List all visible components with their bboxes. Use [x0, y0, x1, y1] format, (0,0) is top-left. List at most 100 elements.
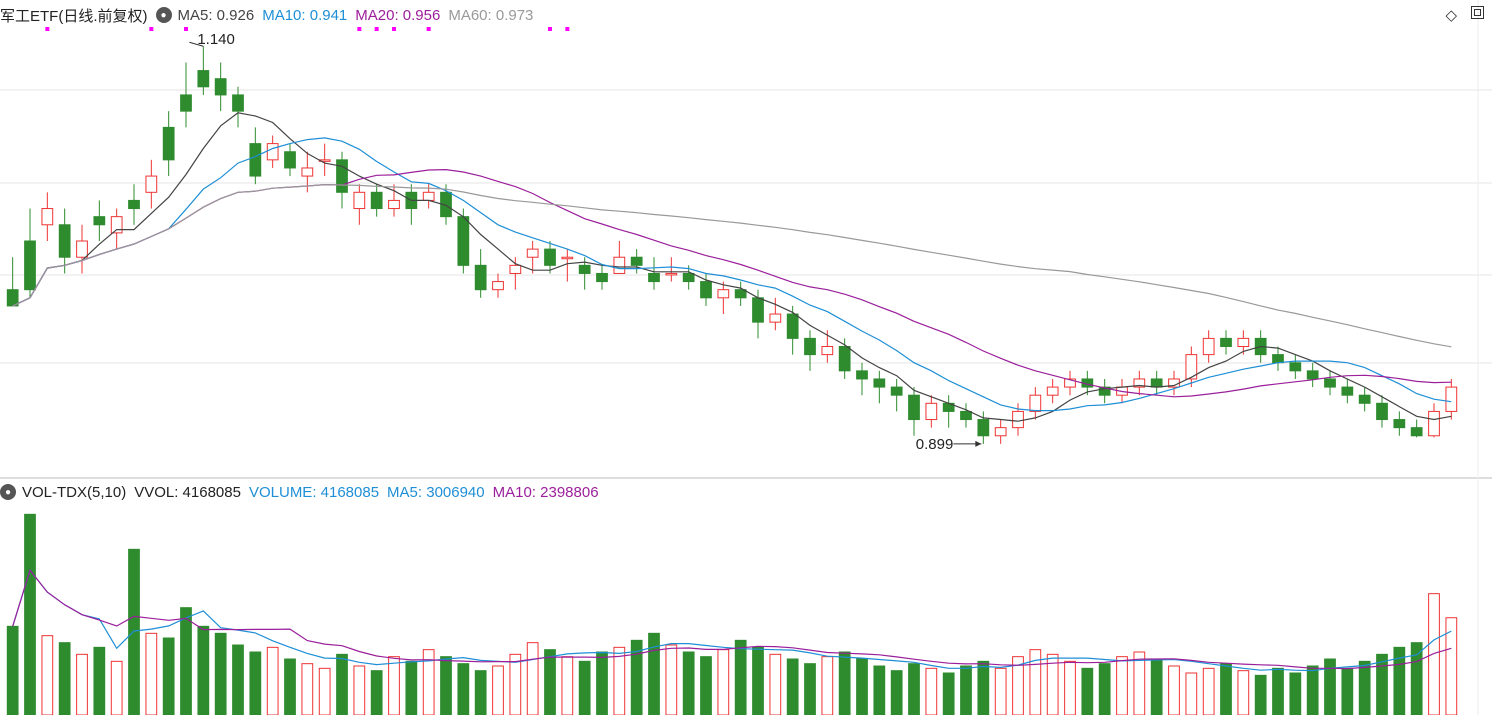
- candle-body: [804, 337, 816, 356]
- volume-bar: [856, 658, 868, 715]
- candle-body: [994, 427, 1007, 437]
- event-marker: [357, 27, 362, 31]
- volume-bar: [474, 670, 487, 715]
- ma5-label: MA5: 0.926: [177, 6, 255, 24]
- ma60-label: MA60: 0.973: [448, 6, 534, 24]
- vol-ma5-label: MA5: 3006940: [387, 483, 485, 501]
- volume-bar: [6, 625, 19, 715]
- vvol-label: VVOL: 4168085: [134, 483, 241, 501]
- volume-bar: [128, 548, 140, 715]
- settings-circle-icon[interactable]: ●: [155, 7, 172, 23]
- volume-bar: [873, 665, 886, 715]
- volume-bar: [457, 663, 470, 715]
- candle-body: [734, 289, 747, 299]
- volume-bar: [388, 656, 400, 715]
- candle-body: [578, 264, 591, 274]
- volume-bar: [1428, 593, 1440, 715]
- volume-settings-icon[interactable]: ●: [0, 484, 16, 500]
- volume-bar: [249, 651, 262, 715]
- volume-bar: [1081, 667, 1094, 715]
- volume-bar: [1410, 642, 1423, 715]
- candle-body: [682, 272, 695, 283]
- event-marker: [392, 27, 396, 31]
- candle-body: [180, 94, 192, 112]
- candle-body: [630, 256, 643, 266]
- volume-bar: [960, 665, 972, 715]
- volume-bar: [526, 642, 539, 715]
- ma10-line: [12, 137, 1452, 412]
- candle-body: [1220, 337, 1232, 347]
- candle-body: [1341, 386, 1354, 396]
- candle-body: [58, 224, 71, 258]
- candle-body: [596, 272, 608, 283]
- candle-body: [1289, 362, 1302, 372]
- candle-body: [960, 410, 972, 421]
- candle-body: [1428, 410, 1440, 437]
- volume-bar: [1168, 665, 1180, 715]
- candle-body: [1324, 378, 1336, 388]
- volume-bar: [994, 667, 1007, 715]
- volume-bar: [908, 663, 920, 715]
- vol-indicator-label: VOL-TDX(5,10): [22, 483, 127, 501]
- candle-body: [856, 370, 868, 380]
- volume-bar: [197, 625, 210, 715]
- volume-bar: [24, 513, 36, 715]
- candle-body: [1393, 419, 1406, 429]
- volume-bar: [353, 665, 366, 715]
- candle-body: [1029, 394, 1042, 412]
- volume-bar: [1306, 665, 1319, 715]
- window-icon[interactable]: [1471, 6, 1484, 24]
- candle-body: [457, 216, 470, 266]
- volume-bar: [58, 642, 71, 715]
- event-marker: [184, 27, 188, 31]
- candle-body: [769, 313, 782, 323]
- candle-body: [1445, 386, 1458, 412]
- candle-body: [24, 240, 36, 291]
- candle-body: [1376, 402, 1388, 421]
- volume-bar: [1220, 663, 1232, 715]
- volume-bar: [162, 637, 175, 715]
- volume-bar: [214, 632, 227, 715]
- candle-body: [93, 216, 106, 226]
- volume-bar: [596, 651, 608, 715]
- volume-bar: [561, 656, 574, 715]
- volume-bar: [977, 660, 990, 715]
- volume-bar: [440, 656, 452, 715]
- diamond-icon[interactable]: ◇: [1445, 6, 1457, 24]
- chart-svg: 1.140 0.899: [0, 0, 1492, 715]
- volume-bar: [752, 646, 764, 715]
- volume-bar: [1237, 670, 1250, 715]
- volume-bar: [925, 667, 938, 715]
- candle-body: [786, 313, 799, 339]
- ma5-line: [12, 112, 1452, 422]
- high-price-label: 1.140: [197, 31, 235, 48]
- candle-body: [1012, 410, 1024, 429]
- volume-bar: [734, 639, 747, 715]
- event-marker: [374, 27, 379, 31]
- volume-bar: [145, 632, 158, 715]
- volume-bar: [717, 649, 730, 715]
- ma20-label: MA20: 0.956: [355, 6, 441, 24]
- volume-bar: [769, 653, 782, 715]
- volume-bar: [544, 649, 556, 715]
- volume-bar: [41, 635, 54, 715]
- price-header: 军工ETF(日线.前复权) ● MA5: 0.926 MA10: 0.941 M…: [0, 4, 541, 26]
- candle-body: [110, 216, 123, 234]
- candle-body: [1410, 427, 1423, 437]
- candle-body: [474, 264, 487, 291]
- chart-area: 1.140 0.899: [0, 0, 1492, 715]
- candle-body: [509, 264, 522, 274]
- candle-body: [6, 289, 19, 307]
- volume-bar: [613, 646, 626, 715]
- volume-header: ● VOL-TDX(5,10) VVOL: 4168085 VOLUME: 41…: [0, 481, 607, 503]
- volume-bar: [1098, 663, 1111, 715]
- volume-bar: [336, 653, 348, 715]
- volume-bar: [1272, 667, 1284, 715]
- volume-bar: [942, 672, 955, 715]
- volume-label: VOLUME: 4168085: [248, 483, 380, 501]
- event-marker: [426, 27, 431, 31]
- volume-bar: [180, 607, 192, 715]
- candle-body: [977, 419, 990, 437]
- low-price-label: 0.899: [916, 436, 954, 453]
- candle-body: [422, 191, 435, 201]
